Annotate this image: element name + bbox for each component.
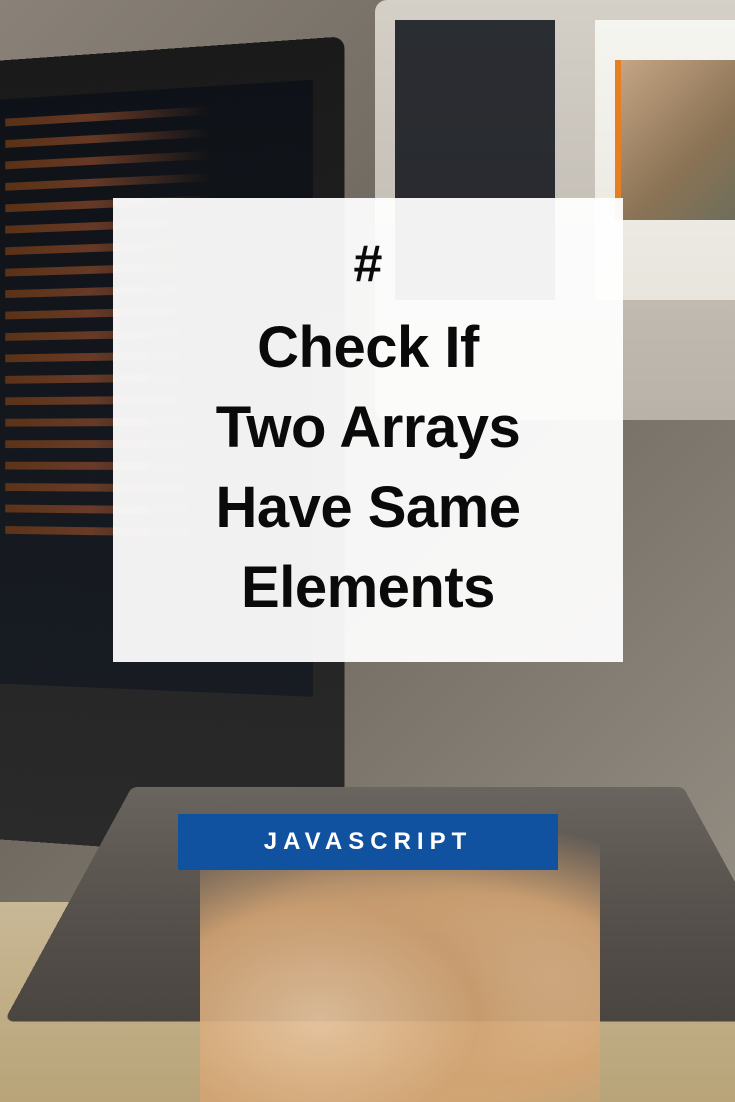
screen-photo: [615, 60, 735, 220]
title-card: # Check If Two Arrays Have Same Elements: [113, 198, 623, 662]
card-title: Check If Two Arrays Have Same Elements: [143, 308, 593, 628]
title-line: Two Arrays: [143, 388, 593, 468]
title-line: Have Same: [143, 468, 593, 548]
hash-symbol: #: [143, 238, 593, 290]
title-line: Elements: [143, 548, 593, 628]
category-badge: JAVASCRIPT: [178, 814, 558, 870]
title-line: Check If: [143, 308, 593, 388]
badge-label: JAVASCRIPT: [264, 828, 472, 856]
